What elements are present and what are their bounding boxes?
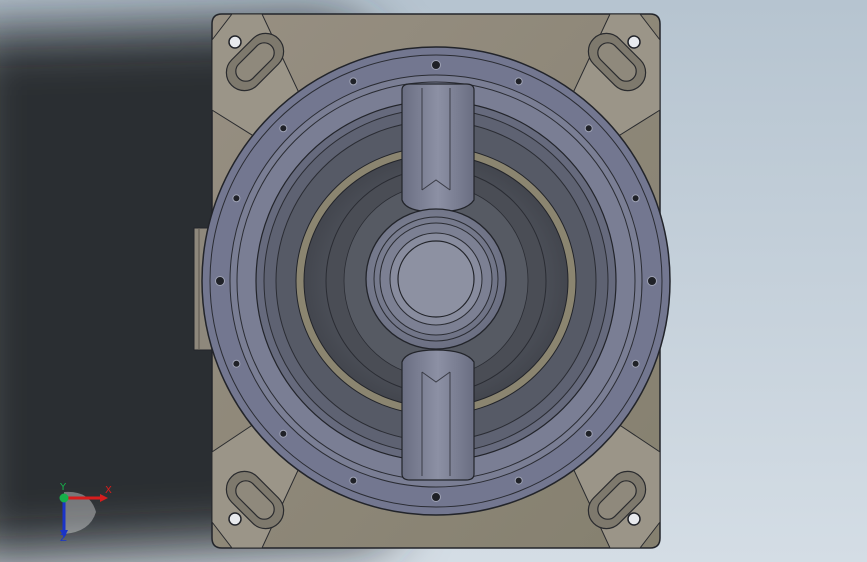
flange-bolt-hole bbox=[431, 60, 441, 70]
flange-bolt-hole bbox=[631, 194, 640, 203]
flange-bolt-hole bbox=[584, 124, 593, 133]
flange-bolt-hole bbox=[514, 77, 523, 86]
flange-bolt-hole bbox=[431, 492, 441, 502]
flange-bolt-hole bbox=[215, 276, 225, 286]
graphics-viewport[interactable]: X Y Z bbox=[0, 0, 867, 562]
flange-bolt-hole bbox=[279, 429, 288, 438]
flange-bolt-hole bbox=[647, 276, 657, 286]
flange-bolt-hole bbox=[631, 359, 640, 368]
flange-bolt-hole bbox=[232, 359, 241, 368]
flange-bolt-hole bbox=[349, 476, 358, 485]
flange-bolt-hole bbox=[349, 77, 358, 86]
triad-y-label: Y bbox=[60, 482, 67, 493]
flange-bolt-hole bbox=[232, 194, 241, 203]
center-bore bbox=[397, 240, 475, 318]
triad-z-label: Z bbox=[60, 533, 67, 544]
flange-bolt-hole bbox=[584, 429, 593, 438]
coordinate-triad: X Y Z bbox=[50, 482, 120, 544]
flange-bolt-hole bbox=[514, 476, 523, 485]
gearbox-housing-model[interactable] bbox=[0, 0, 867, 562]
triad-x-label: X bbox=[105, 485, 112, 496]
flange-bolt-hole bbox=[279, 124, 288, 133]
